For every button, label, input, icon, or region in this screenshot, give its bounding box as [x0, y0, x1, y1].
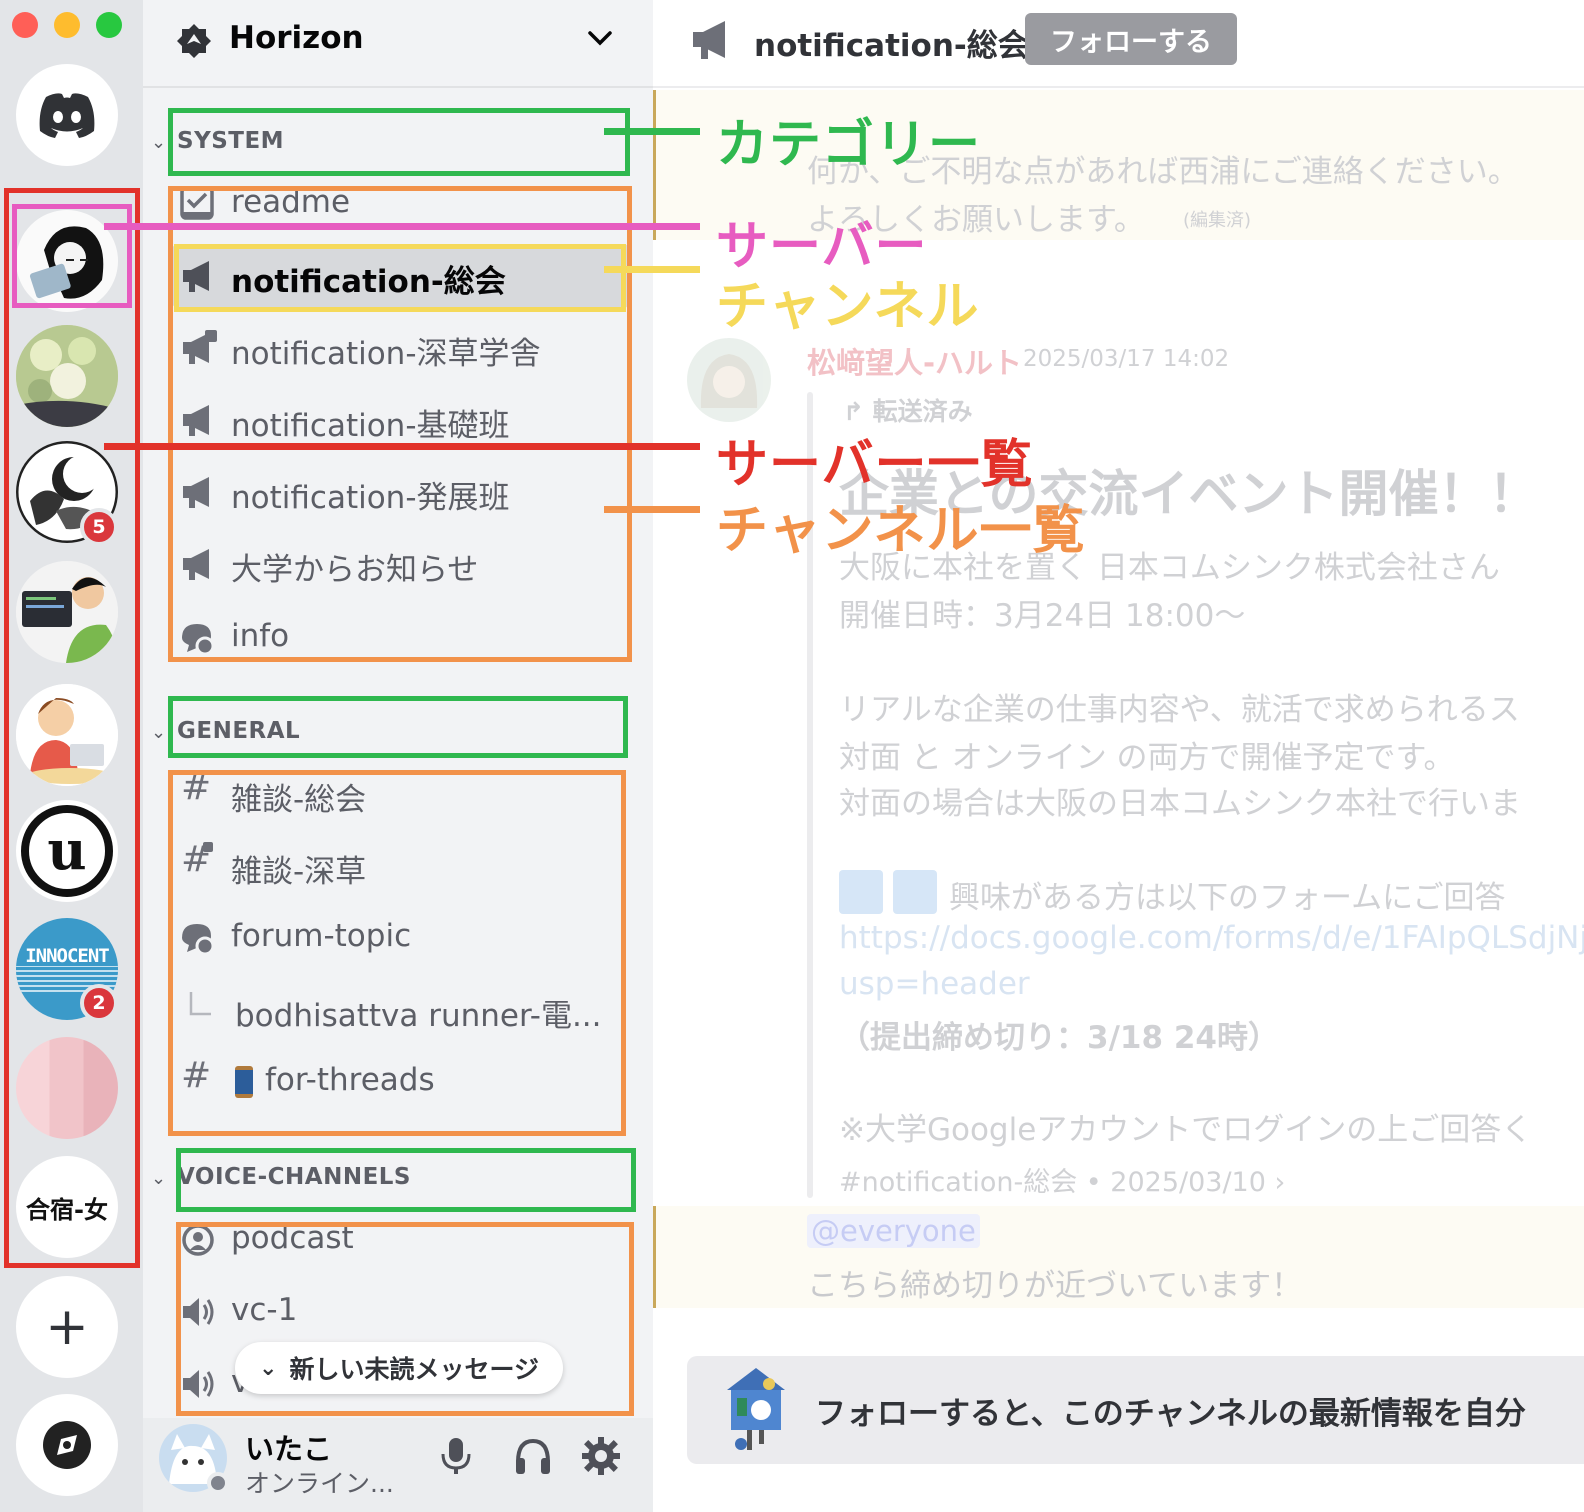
discord-logo-icon [39, 93, 95, 138]
follow-button[interactable]: フォローする [1025, 13, 1237, 65]
add-server-button[interactable]: + [16, 1276, 118, 1378]
message-text: こちら締め切りが近づいています！ [807, 1268, 1303, 1304]
user-panel: いたこ オンライン... [143, 1418, 653, 1512]
everyone-mention[interactable]: @everyone [807, 1214, 980, 1248]
form-link[interactable]: https://docs.google.com/forms/d/e/1FAIpQ… [839, 920, 1584, 956]
channel-header: notification-総会 フォローする [653, 0, 1584, 88]
chevron-down-icon[interactable] [587, 28, 613, 48]
collapse-chevron-icon[interactable]: ⌄ [151, 132, 166, 153]
window-minimize-button[interactable] [54, 12, 80, 38]
annotation-line [604, 128, 700, 135]
collapse-chevron-icon[interactable]: ⌄ [151, 1168, 166, 1189]
message-text: 対面 と オンライン の両方で開催予定です。 [839, 740, 1455, 776]
message-timestamp: 2025/03/17 14:02 [1023, 346, 1230, 372]
down-arrow-emoji-icon [893, 870, 937, 914]
deadline-text: （提出締め切り：3/18 24時） [839, 1020, 1279, 1056]
follow-banner: フォローすると、このチャンネルの最新情報を自分 [687, 1356, 1584, 1464]
message-text: 対面の場合は大阪の日本コムシンク本社で行いま [839, 786, 1521, 822]
message-text: ※大学Googleアカウントでログインの上ご回答く [839, 1112, 1533, 1148]
gear-icon[interactable] [581, 1436, 621, 1476]
annotation-label-channel-list: チャンネル一覧 [716, 501, 1086, 561]
annotation-box-channel-list [168, 770, 626, 1136]
window-close-button[interactable] [12, 12, 38, 38]
edited-tag: (編集済) [1183, 210, 1252, 231]
annotation-line [104, 443, 700, 450]
guild-boost-icon [177, 24, 211, 58]
annotation-line [604, 266, 700, 273]
follow-banner-text: フォローすると、このチャンネルの最新情報を自分 [815, 1396, 1526, 1432]
forward-source-link[interactable]: #notification-総会 • 2025/03/10 › [839, 1160, 1285, 1199]
down-arrow-emoji-icon [839, 870, 883, 914]
collapse-chevron-icon[interactable]: ⌄ [151, 722, 166, 743]
announcement-icon [693, 21, 725, 59]
author-avatar[interactable] [687, 338, 771, 422]
annotation-box-category [168, 108, 630, 176]
microphone-icon[interactable] [439, 1436, 473, 1476]
user-name: いたこ [245, 1432, 333, 1466]
plus-icon: + [45, 1297, 89, 1357]
annotation-box-channel-list [176, 1222, 634, 1416]
headphones-icon[interactable] [513, 1436, 553, 1476]
annotation-box-category [168, 696, 628, 758]
annotation-label-channel: チャンネル [716, 277, 980, 337]
annotation-label-server-list: サーバー一覧 [716, 435, 1034, 495]
annotation-line [104, 223, 700, 230]
form-link[interactable]: usp=header [839, 966, 1030, 1002]
author-name[interactable]: 松﨑望人-ハルト [807, 340, 1022, 382]
guild-name: Horizon [229, 20, 364, 56]
annotation-box-server-list [4, 188, 140, 1268]
guild-header[interactable]: Horizon [143, 0, 653, 88]
discover-button[interactable] [16, 1394, 118, 1496]
user-status: オンライン... [245, 1469, 394, 1498]
annotation-box-server [12, 204, 132, 308]
message-text: 興味がある方は以下のフォームにご回答 [949, 880, 1506, 916]
annotation-line [604, 506, 700, 513]
annotation-box-category [176, 1148, 636, 1212]
annotation-label-category: カテゴリー [716, 115, 982, 175]
cuckoo-clock-icon [727, 1368, 785, 1450]
message-text: リアルな企業の仕事内容や、就活で求められるス [839, 692, 1520, 728]
window-zoom-button[interactable] [96, 12, 122, 38]
channel-title: notification-総会 [754, 28, 1029, 64]
annotation-box-channel [174, 244, 626, 312]
discord-home-button[interactable] [16, 64, 118, 166]
status-indicator [207, 1472, 229, 1494]
compass-icon [43, 1421, 91, 1469]
message-text: 開催日時：3月24日 18:00〜 [839, 598, 1246, 634]
